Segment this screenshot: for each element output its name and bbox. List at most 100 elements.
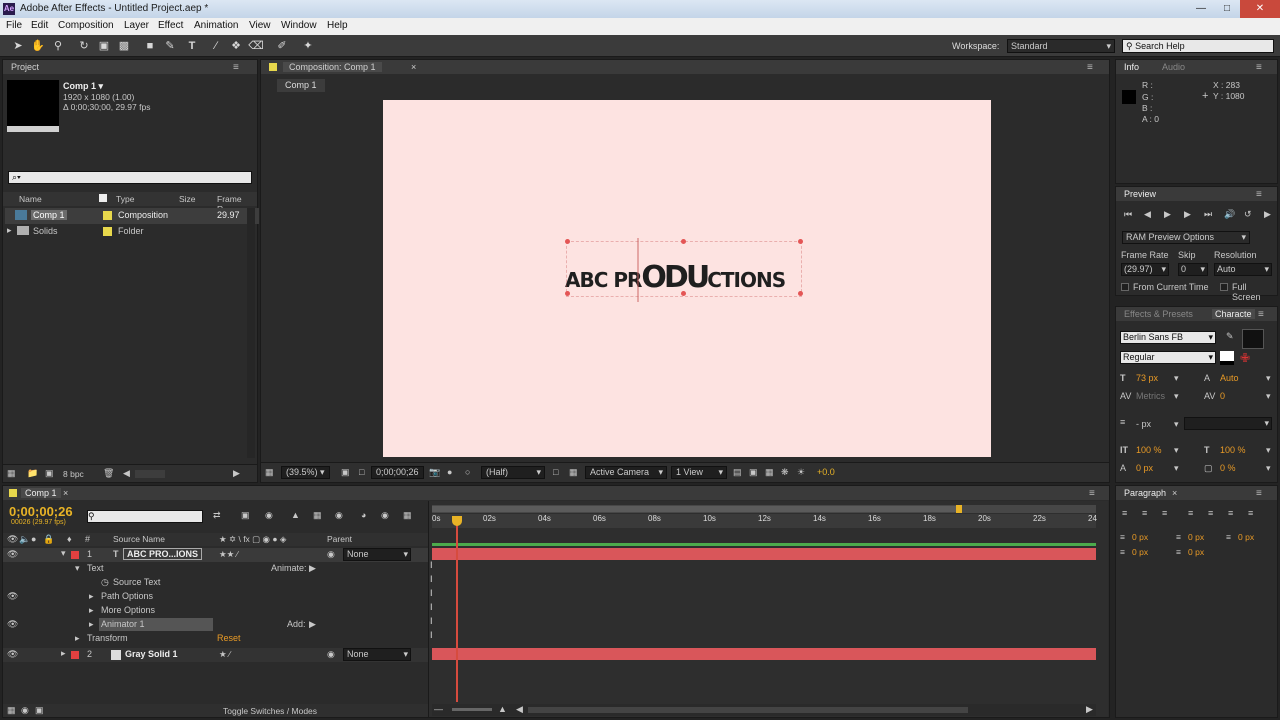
tsume-value[interactable]: 0 % bbox=[1220, 463, 1236, 473]
menu-file[interactable]: File bbox=[6, 20, 22, 31]
menu-view[interactable]: View bbox=[249, 20, 271, 31]
close-icon[interactable]: ✕ bbox=[1240, 0, 1280, 18]
transform-handle[interactable] bbox=[798, 239, 803, 244]
transparency-grid-icon[interactable]: ▦ bbox=[569, 467, 578, 478]
full-screen-checkbox[interactable] bbox=[1220, 283, 1228, 291]
trash-icon[interactable]: 🗑 bbox=[103, 468, 114, 479]
col-type[interactable]: Type bbox=[116, 194, 134, 204]
justify-all-icon[interactable]: ≡ bbox=[1248, 508, 1253, 518]
from-current-checkbox[interactable] bbox=[1121, 283, 1129, 291]
next-frame-icon[interactable]: ▶ bbox=[1184, 209, 1191, 220]
zoom-in-icon[interactable]: ▲ bbox=[498, 704, 507, 714]
timeline-scroll-thumb[interactable] bbox=[528, 707, 968, 713]
rotate-tool-icon[interactable]: ↻ bbox=[76, 38, 92, 54]
motion-blur-icon[interactable]: ◉ bbox=[335, 510, 343, 521]
tab-timeline-comp[interactable]: Comp 1 bbox=[21, 488, 61, 498]
justify-center-icon[interactable]: ≡ bbox=[1208, 508, 1213, 518]
brainstorm-icon[interactable]: ◕ bbox=[361, 510, 366, 520]
tab-effects-presets[interactable]: Effects & Presets bbox=[1124, 309, 1193, 319]
work-area-end-handle[interactable] bbox=[956, 505, 962, 513]
timeline-graph-area[interactable] bbox=[428, 501, 1108, 717]
selection-tool-icon[interactable]: ➤ bbox=[10, 38, 26, 54]
zoom-out-icon[interactable]: — bbox=[434, 704, 443, 714]
expand-triangle-icon[interactable]: ▸ bbox=[89, 605, 94, 616]
video-switch-icon[interactable]: 👁 bbox=[7, 534, 18, 545]
prop-animator-row[interactable]: 👁 ▸ Animator 1 Add: ▶ bbox=[3, 618, 431, 632]
frame-blending-icon[interactable]: ▦ bbox=[313, 510, 322, 521]
align-left-icon[interactable]: ≡ bbox=[1122, 508, 1127, 518]
tab-preview[interactable]: Preview bbox=[1124, 189, 1156, 199]
parent-select[interactable]: None ▾ bbox=[343, 648, 411, 661]
menu-animation[interactable]: Animation bbox=[194, 20, 238, 31]
rectangle-tool-icon[interactable]: ■ bbox=[142, 38, 158, 54]
eye-icon[interactable]: 👁 bbox=[7, 549, 18, 560]
menu-window[interactable]: Window bbox=[281, 20, 317, 31]
eraser-tool-icon[interactable]: ⌫ bbox=[248, 38, 264, 54]
zoom-tool-icon[interactable]: ⚲ bbox=[50, 38, 66, 54]
expand-triangle-icon[interactable]: ▸ bbox=[89, 591, 94, 602]
white-swatch[interactable] bbox=[1220, 351, 1234, 361]
scroll-left-icon[interactable]: ◀ bbox=[516, 704, 523, 715]
last-frame-icon[interactable]: ⏭ bbox=[1204, 209, 1212, 220]
tab-audio[interactable]: Audio bbox=[1162, 62, 1185, 72]
close-tab-icon[interactable]: × bbox=[63, 488, 68, 498]
align-center-icon[interactable]: ≡ bbox=[1142, 508, 1147, 518]
keyframe-marker[interactable]: I bbox=[430, 574, 433, 584]
transform-handle[interactable] bbox=[798, 291, 803, 296]
chevron-down-icon[interactable]: ▾ bbox=[1174, 391, 1179, 402]
ram-preview-icon[interactable]: ▶ bbox=[1264, 209, 1271, 220]
keyframe-marker[interactable]: I bbox=[430, 588, 433, 598]
layer-name[interactable]: ABC PRO...IONS bbox=[123, 548, 203, 560]
layer-label-color[interactable] bbox=[71, 551, 79, 559]
expand-panes-icon[interactable]: ▦ bbox=[7, 705, 16, 716]
menu-effect[interactable]: Effect bbox=[158, 20, 183, 31]
in-out-pane-icon[interactable]: ▣ bbox=[35, 705, 44, 716]
minimize-icon[interactable]: — bbox=[1188, 0, 1214, 18]
type-tool-icon[interactable]: T bbox=[184, 38, 200, 54]
keyframe-marker[interactable]: I bbox=[430, 560, 433, 570]
chevron-down-icon[interactable]: ▾ bbox=[1266, 445, 1271, 456]
solo-switch-icon[interactable]: ● bbox=[31, 534, 36, 544]
skip-select[interactable]: 0 ▾ bbox=[1178, 263, 1208, 276]
previous-frame-icon[interactable]: ◀ bbox=[1144, 209, 1151, 220]
menu-help[interactable]: Help bbox=[327, 20, 348, 31]
brush-tool-icon[interactable]: ∕ bbox=[208, 38, 224, 54]
prop-more-options-row[interactable]: ▸ More Options bbox=[3, 604, 431, 618]
stroke-width-value[interactable]: - px bbox=[1136, 419, 1151, 429]
hand-tool-icon[interactable]: ✋ bbox=[30, 38, 46, 54]
parent-column[interactable]: Parent bbox=[327, 534, 352, 544]
timeline-search-input[interactable]: ⚲ bbox=[87, 510, 203, 523]
chevron-down-icon[interactable]: ▾ bbox=[1174, 445, 1179, 456]
panel-menu-icon[interactable]: ≡ bbox=[1256, 488, 1262, 499]
project-item-comp[interactable]: Comp 1 Composition 29.97 bbox=[5, 208, 259, 224]
justify-left-icon[interactable]: ≡ bbox=[1188, 508, 1193, 518]
lock-switch-icon[interactable]: 🔒 bbox=[43, 534, 54, 545]
tab-character[interactable]: Characte bbox=[1212, 309, 1255, 319]
transform-handle[interactable] bbox=[565, 239, 570, 244]
scroll-right-icon[interactable]: ▶ bbox=[233, 468, 240, 479]
auto-keyframe-icon[interactable]: ◉ bbox=[381, 510, 389, 521]
baseline-shift-value[interactable]: 0 px bbox=[1136, 463, 1153, 473]
prop-animator[interactable]: Animator 1 bbox=[99, 618, 213, 631]
channels-icon[interactable]: ○ bbox=[465, 467, 470, 477]
source-name-column[interactable]: Source Name bbox=[113, 534, 165, 544]
stroke-style-select[interactable]: ▾ bbox=[1184, 417, 1272, 430]
clone-stamp-tool-icon[interactable]: ❖ bbox=[228, 38, 244, 54]
toggle-switches-modes[interactable]: Toggle Switches / Modes bbox=[223, 706, 317, 716]
region-of-interest-icon[interactable]: □ bbox=[553, 467, 558, 477]
timeline-icon[interactable]: ▦ bbox=[765, 467, 774, 478]
project-search-input[interactable]: ⌕▾ bbox=[8, 171, 252, 184]
layer-number-column[interactable]: # bbox=[85, 534, 90, 544]
scroll-left-icon[interactable]: ◀ bbox=[123, 468, 130, 479]
new-folder-icon[interactable]: 📁 bbox=[27, 468, 38, 479]
camera-select[interactable]: Active Camera ▾ bbox=[585, 466, 667, 479]
work-area-range[interactable] bbox=[432, 506, 960, 512]
live-update-icon[interactable]: ▣ bbox=[241, 510, 250, 521]
kerning-value[interactable]: Metrics bbox=[1136, 391, 1165, 401]
keyframe-marker[interactable]: I bbox=[430, 602, 433, 612]
zoom-slider[interactable] bbox=[452, 708, 492, 711]
horizontal-scale-value[interactable]: 100 % bbox=[1220, 445, 1246, 455]
animate-menu-icon[interactable]: ▶ bbox=[309, 563, 316, 574]
workspace-select[interactable]: Standard ▾ bbox=[1007, 39, 1115, 53]
layer-switches[interactable]: ★ ∕ bbox=[219, 649, 230, 660]
